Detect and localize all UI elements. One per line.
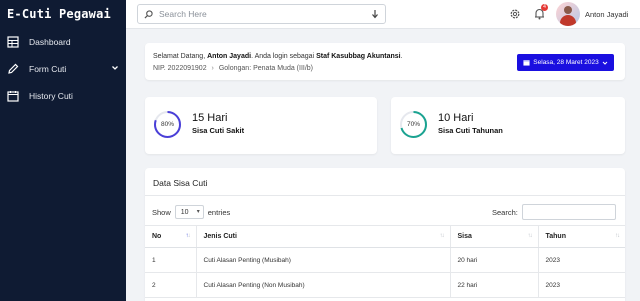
leave-table: No ↑↓ Jenis Cuti ↑↓ Sisa ↑↓ Tahun ↑↓ 1 Cuti … — [145, 225, 625, 298]
topbar: 4 Anton Jayadi — [126, 0, 640, 29]
sidebar-item-label: Dashboard — [29, 36, 71, 47]
cell-sisa: 22 hari — [450, 272, 539, 298]
cell-no: 1 — [145, 247, 197, 273]
entries-label: entries — [207, 207, 231, 217]
card-title: Data Sisa Cuti — [153, 178, 208, 188]
calendar-icon — [7, 90, 19, 102]
header-label: No — [152, 233, 162, 240]
column-header-jenis-cuti[interactable]: Jenis Cuti ↑↓ — [196, 225, 451, 248]
stat-subtitle: Sisa Cuti Sakit — [192, 126, 245, 135]
table-search: Search: — [492, 204, 616, 220]
date-button[interactable]: Selasa, 28 Maret 2023 — [517, 54, 614, 71]
column-header-tahun[interactable]: Tahun ↑↓ — [538, 225, 625, 248]
sidebar-item-label: History Cuti — [29, 90, 73, 101]
stat-title: 10 Hari — [438, 112, 474, 124]
stat-card-sick-leave: 80% 15 Hari Sisa Cuti Sakit — [145, 97, 377, 154]
cell-jenis-cuti: Cuti Alasan Penting (Musibah) — [196, 247, 451, 273]
sort-icon: ↑↓ — [527, 233, 533, 239]
progress-percent: 70% — [406, 121, 420, 128]
pencil-icon — [7, 63, 19, 75]
entries-select[interactable]: 10 — [174, 205, 204, 219]
table-header-row: No ↑↓ Jenis Cuti ↑↓ Sisa ↑↓ Tahun ↑↓ — [145, 225, 625, 248]
stat-card-annual-leave: 70% 10 Hari Sisa Cuti Tahunan — [391, 97, 625, 154]
welcome-suffix: . — [400, 53, 403, 60]
stat-subtitle: Sisa Cuti Tahunan — [438, 126, 503, 135]
search-icon — [144, 9, 153, 19]
welcome-card: Selamat Datang, Anton Jayadi. Anda login… — [145, 43, 625, 80]
sidebar-item-label: Form Cuti — [29, 63, 67, 74]
cell-tahun: 2023 — [538, 247, 625, 273]
divider — [145, 195, 625, 196]
arrow-down-icon[interactable] — [371, 9, 379, 19]
search-box — [137, 4, 386, 24]
cell-no: 2 — [145, 272, 197, 298]
column-header-sisa[interactable]: Sisa ↑↓ — [450, 225, 539, 248]
avatar[interactable] — [556, 2, 580, 26]
welcome-prefix: Selamat Datang, — [153, 53, 206, 60]
stat-title: 15 Hari — [192, 112, 228, 124]
notification-button[interactable]: 4 — [534, 4, 548, 25]
notification-badge: 4 — [541, 4, 548, 11]
nip-text: NIP. 2022091902 — [153, 65, 207, 72]
dashboard-icon — [7, 35, 19, 48]
leave-balance-card: Data Sisa Cuti Show 10 entries Search: N… — [145, 168, 625, 301]
cell-sisa: 20 hari — [450, 247, 539, 273]
sidebar-item-dashboard[interactable]: Dashboard — [0, 28, 126, 55]
gear-icon[interactable] — [509, 8, 521, 20]
chevron-down-icon — [602, 61, 608, 65]
date-label: Selasa, 28 Maret 2023 — [533, 59, 599, 66]
cell-jenis-cuti: Cuti Alasan Penting (Non Musibah) — [196, 272, 451, 298]
welcome-role: Staf Kasubbag Akuntansi — [316, 53, 401, 60]
welcome-middle: . Anda login sebagai — [251, 53, 315, 60]
golongan-text: Golongan: Penata Muda (III/b) — [218, 65, 314, 72]
table-row: 1 Cuti Alasan Penting (Musibah) 20 hari … — [145, 247, 625, 273]
search-label: Search: — [492, 207, 518, 217]
header-label: Jenis Cuti — [203, 233, 237, 240]
employee-info: NIP. 2022091902 › Golongan: Penata Muda … — [153, 65, 313, 72]
sidebar: E-Cuti Pegawai Dashboard Form Cuti Histo… — [0, 0, 126, 301]
separator-icon: › — [211, 65, 214, 72]
welcome-message: Selamat Datang, Anton Jayadi. Anda login… — [153, 53, 403, 60]
user-name[interactable]: Anton Jayadi — [585, 10, 628, 19]
table-row: 2 Cuti Alasan Penting (Non Musibah) 22 h… — [145, 272, 625, 298]
column-header-no[interactable]: No ↑↓ — [145, 225, 197, 248]
header-label: Sisa — [457, 233, 472, 240]
progress-percent: 80% — [160, 121, 174, 128]
app-brand[interactable]: E-Cuti Pegawai — [0, 0, 126, 28]
chevron-down-icon — [112, 66, 118, 70]
sort-icon: ↑↓ — [185, 233, 191, 239]
cell-tahun: 2023 — [538, 272, 625, 298]
search-input[interactable] — [159, 9, 359, 19]
sort-icon: ↑↓ — [615, 233, 620, 239]
sidebar-item-form-cuti[interactable]: Form Cuti — [0, 55, 126, 82]
show-label: Show — [152, 207, 171, 217]
table-search-input[interactable] — [521, 204, 616, 220]
header-label: Tahun — [545, 233, 566, 240]
calendar-icon — [523, 60, 530, 66]
welcome-user-name: Anton Jayadi — [207, 53, 252, 60]
entries-control: Show 10 entries — [152, 205, 230, 219]
sort-icon: ↑↓ — [439, 233, 445, 239]
sidebar-item-history-cuti[interactable]: History Cuti — [0, 82, 126, 109]
